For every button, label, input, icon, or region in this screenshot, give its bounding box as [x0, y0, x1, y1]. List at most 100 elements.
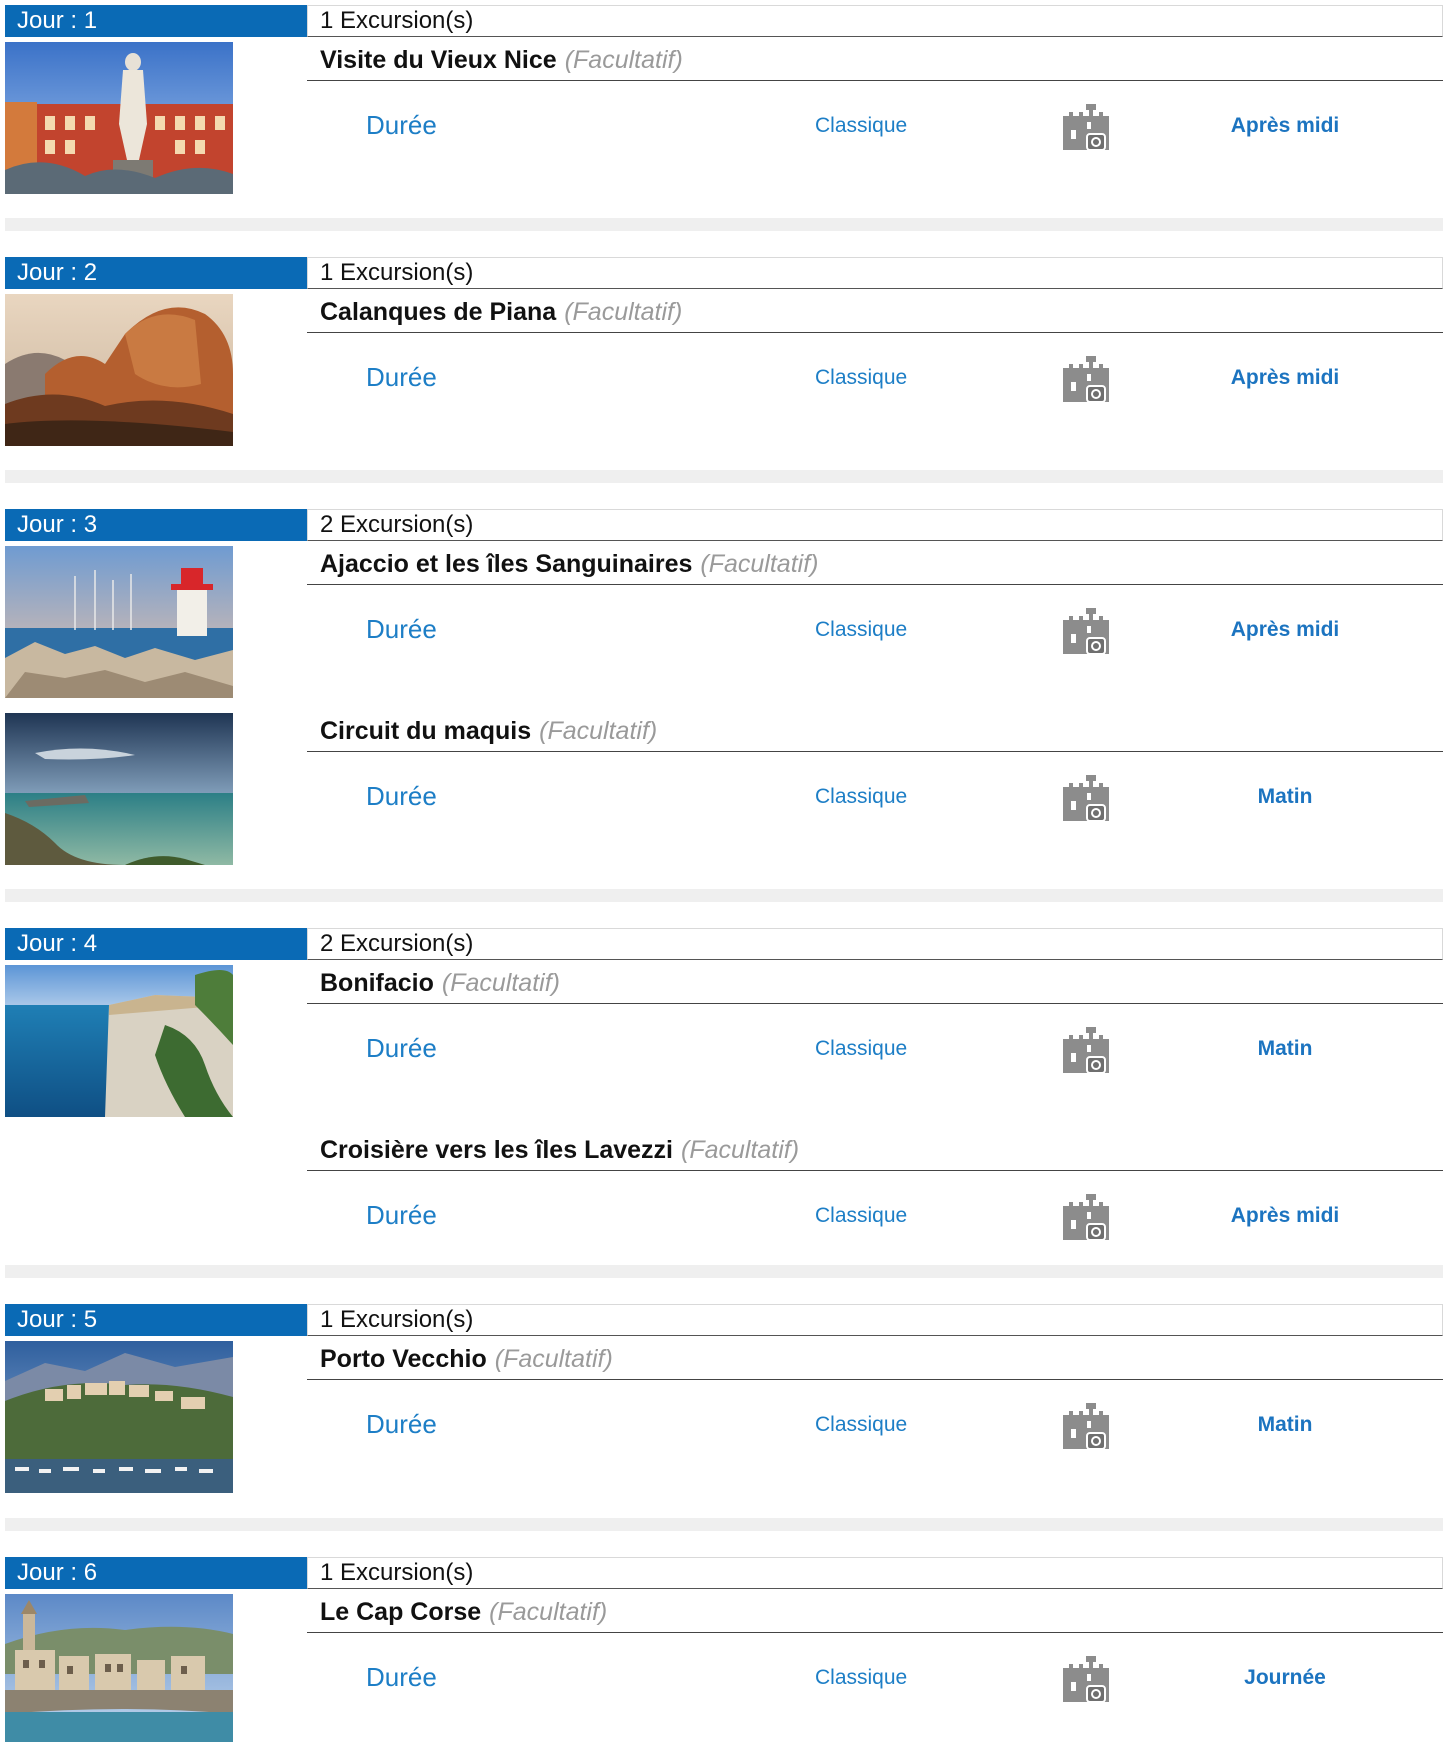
excursion-title[interactable]: Circuit du maquis (Facultatif): [320, 717, 657, 746]
day-header: Jour : 6 1 Excursion(s): [5, 1557, 1443, 1589]
day-header: Jour : 5 1 Excursion(s): [5, 1304, 1443, 1336]
excursion-title-row: Porto Vecchio (Facultatif): [307, 1341, 1443, 1380]
excursion-count: 2 Excursion(s): [307, 928, 1443, 960]
day-label: Jour : 3: [5, 509, 307, 541]
day-separator: [5, 1265, 1443, 1278]
excursion-title-row: Calanques de Piana (Facultatif): [307, 294, 1443, 333]
itinerary-page: Jour : 1 1 Excursion(s) Visite du Vieux …: [0, 0, 1450, 1742]
period-label: Matin: [1257, 1037, 1313, 1060]
duration-link[interactable]: Durée: [366, 1200, 437, 1231]
excursion-title[interactable]: Ajaccio et les îles Sanguinaires (Faculta…: [320, 550, 818, 579]
excursion-photo[interactable]: [5, 965, 233, 1117]
duration-link[interactable]: Durée: [366, 614, 437, 645]
optional-tag: (Facultatif): [489, 1598, 608, 1626]
porto-vecchio-town-photo: [5, 1341, 233, 1493]
type-link[interactable]: Classique: [815, 785, 907, 809]
duration-link[interactable]: Durée: [366, 1033, 437, 1064]
period-label: Après midi: [1230, 114, 1340, 137]
duration-link[interactable]: Durée: [366, 1662, 437, 1693]
optional-tag: (Facultatif): [681, 1136, 800, 1164]
excursion-photo[interactable]: [5, 1341, 233, 1493]
excursion-photo[interactable]: [5, 294, 233, 446]
day-header: Jour : 3 2 Excursion(s): [5, 509, 1443, 541]
type-link[interactable]: Classique: [815, 366, 907, 390]
piana-rocks-photo: [5, 294, 233, 446]
nice-statue-photo: [5, 42, 233, 194]
optional-tag: (Facultatif): [564, 298, 683, 326]
castle-camera-icon: [1059, 352, 1115, 404]
duration-link[interactable]: Durée: [366, 1409, 437, 1440]
day-label: Jour : 4: [5, 928, 307, 960]
excursion-title[interactable]: Calanques de Piana (Facultatif): [320, 298, 682, 327]
excursion-details: Durée Classique Matin: [307, 1395, 1443, 1455]
period-label: Après midi: [1230, 366, 1340, 389]
type-link[interactable]: Classique: [815, 1037, 907, 1061]
optional-tag: (Facultatif): [441, 969, 560, 997]
castle-camera-icon: [1059, 1652, 1115, 1704]
excursion-title[interactable]: Porto Vecchio (Facultatif): [320, 1345, 613, 1374]
day-separator: [5, 218, 1443, 231]
period-label: Matin: [1257, 1413, 1313, 1436]
type-link[interactable]: Classique: [815, 1204, 907, 1228]
excursion-count: 1 Excursion(s): [307, 1304, 1443, 1336]
excursion-title[interactable]: Visite du Vieux Nice (Facultatif): [320, 46, 683, 75]
castle-camera-icon: [1059, 1023, 1115, 1075]
excursion-title-row: Le Cap Corse (Facultatif): [307, 1594, 1443, 1633]
type-link[interactable]: Classique: [815, 618, 907, 642]
castle-camera-icon: [1059, 100, 1115, 152]
day-label: Jour : 1: [5, 5, 307, 37]
day-separator: [5, 470, 1443, 483]
excursion-title[interactable]: Bonifacio (Facultatif): [320, 969, 560, 998]
excursion-photo[interactable]: [5, 546, 233, 698]
day-separator: [5, 1518, 1443, 1531]
excursion-title[interactable]: Le Cap Corse (Facultatif): [320, 1598, 607, 1627]
duration-link[interactable]: Durée: [366, 781, 437, 812]
day-label: Jour : 5: [5, 1304, 307, 1336]
excursion-details: Durée Classique Après midi: [307, 96, 1443, 156]
bonifacio-cliffs-photo: [5, 965, 233, 1117]
day-label: Jour : 6: [5, 1557, 307, 1589]
day-label: Jour : 2: [5, 257, 307, 289]
castle-camera-icon: [1059, 604, 1115, 656]
excursion-count: 2 Excursion(s): [307, 509, 1443, 541]
day-header: Jour : 1 1 Excursion(s): [5, 5, 1443, 37]
maquis-coast-photo: [5, 713, 233, 865]
excursion-photo[interactable]: [5, 1594, 233, 1742]
excursion-details: Durée Classique Matin: [307, 767, 1443, 827]
excursion-title-row: Visite du Vieux Nice (Facultatif): [307, 42, 1443, 81]
period-label: Après midi: [1230, 618, 1340, 641]
excursion-title-row: Bonifacio (Facultatif): [307, 965, 1443, 1004]
excursion-count: 1 Excursion(s): [307, 1557, 1443, 1589]
cap-corse-village-photo: [5, 1594, 233, 1742]
castle-camera-icon: [1059, 1190, 1115, 1242]
castle-camera-icon: [1059, 1399, 1115, 1451]
excursion-details: Durée Classique Matin: [307, 1019, 1443, 1079]
optional-tag: (Facultatif): [564, 46, 683, 74]
day-separator: [5, 889, 1443, 902]
duration-link[interactable]: Durée: [366, 110, 437, 141]
excursion-title[interactable]: Croisière vers les îles Lavezzi (Facultat…: [320, 1136, 799, 1165]
excursion-count: 1 Excursion(s): [307, 5, 1443, 37]
excursion-details: Durée Classique Journée: [307, 1648, 1443, 1708]
type-link[interactable]: Classique: [815, 1413, 907, 1437]
day-header: Jour : 4 2 Excursion(s): [5, 928, 1443, 960]
period-label: Journée: [1244, 1666, 1326, 1689]
excursion-details: Durée Classique Après midi: [307, 600, 1443, 660]
castle-camera-icon: [1059, 771, 1115, 823]
ajaccio-lighthouse-photo: [5, 546, 233, 698]
optional-tag: (Facultatif): [494, 1345, 613, 1373]
excursion-photo[interactable]: [5, 42, 233, 194]
period-label: Après midi: [1230, 1204, 1340, 1227]
excursion-details: Durée Classique Après midi: [307, 348, 1443, 408]
excursion-title-row: Circuit du maquis (Facultatif): [307, 713, 1443, 752]
excursion-title-row: Croisière vers les îles Lavezzi (Facultat…: [307, 1132, 1443, 1171]
optional-tag: (Facultatif): [539, 717, 658, 745]
day-header: Jour : 2 1 Excursion(s): [5, 257, 1443, 289]
type-link[interactable]: Classique: [815, 114, 907, 138]
optional-tag: (Facultatif): [700, 550, 819, 578]
excursion-photo[interactable]: [5, 713, 233, 865]
duration-link[interactable]: Durée: [366, 362, 437, 393]
type-link[interactable]: Classique: [815, 1666, 907, 1690]
excursion-details: Durée Classique Après midi: [307, 1186, 1443, 1246]
excursion-count: 1 Excursion(s): [307, 257, 1443, 289]
